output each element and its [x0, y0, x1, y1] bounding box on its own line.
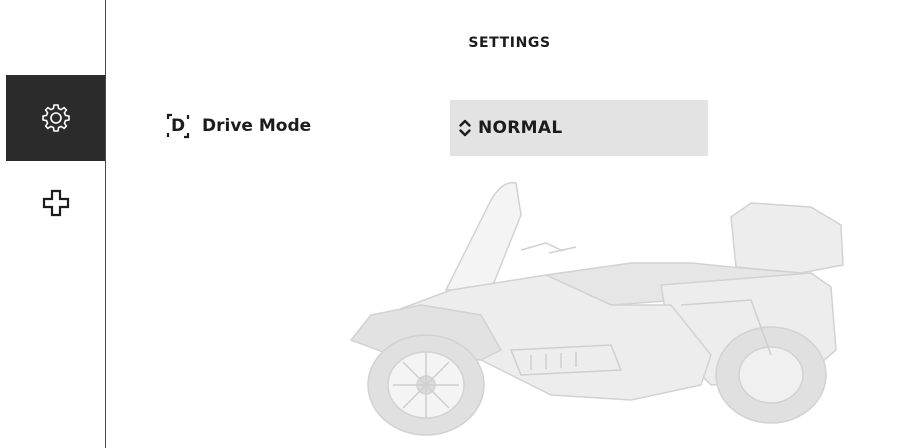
drive-mode-icon: D: [166, 113, 190, 139]
drive-mode-select[interactable]: NORMAL: [450, 100, 708, 156]
drive-mode-glyph: D: [170, 116, 186, 136]
sidebar-item-medical[interactable]: [6, 160, 105, 246]
settings-screen: SETTINGS D Drive Mode NORMAL: [0, 0, 913, 448]
gear-icon: [41, 103, 71, 133]
cross-icon: [41, 188, 71, 218]
drive-mode-row: D Drive Mode: [166, 113, 311, 139]
sidebar-item-settings[interactable]: [6, 75, 105, 161]
drive-mode-value: NORMAL: [478, 118, 563, 138]
main-panel: SETTINGS D Drive Mode NORMAL: [106, 0, 913, 448]
vehicle-image: [331, 155, 871, 448]
page-title: SETTINGS: [468, 35, 551, 51]
sidebar: [0, 0, 106, 448]
drive-mode-label: Drive Mode: [202, 116, 312, 136]
chevron-up-down-icon: [458, 118, 472, 138]
